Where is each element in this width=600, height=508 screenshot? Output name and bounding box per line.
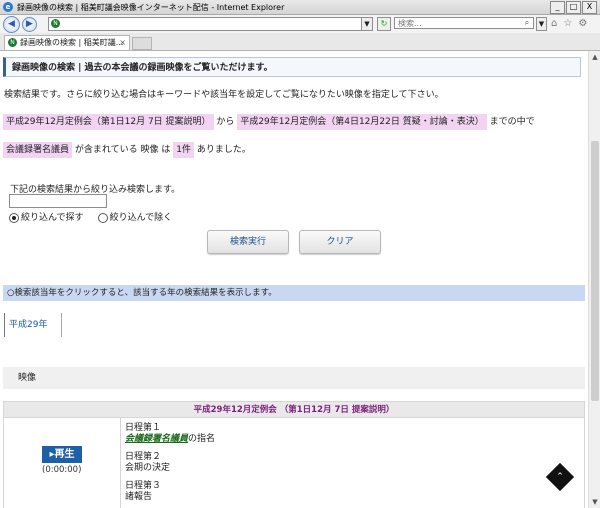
back-arrow-icon: ◀	[8, 19, 15, 29]
radio-exclude[interactable]: 絞り込んで除く	[97, 210, 173, 223]
back-to-top-button[interactable]: ⌃	[545, 462, 575, 492]
refine-radio-group: 絞り込んで探す 絞り込んで除く	[9, 210, 172, 223]
radio-exclude-label: 絞り込んで除く	[109, 213, 173, 223]
window-controls: _ □ X	[550, 1, 597, 14]
criteria-line-2: 会議録署名議員 が含まれている 映像 は 1件 ありました。	[3, 141, 585, 159]
page-viewport: 録画映像の検索 | 過去の本会議の録画映像をご覧いただけます。 検索結果です。さ…	[0, 51, 588, 508]
home-icon[interactable]: ⌂	[551, 18, 557, 29]
gear-icon[interactable]: ⚙	[578, 18, 587, 29]
criteria-count: 1件	[173, 142, 194, 158]
play-time: (0:00:00)	[42, 465, 82, 475]
search-icon[interactable]: ⌕	[520, 17, 534, 29]
scrollbar-thumb[interactable]	[591, 141, 599, 401]
tab-favicon-icon: N	[8, 38, 17, 47]
agenda-item-1-text: の指名	[188, 434, 216, 444]
criteria-count-suffix: ありました。	[196, 145, 251, 155]
scroll-up-arrow-icon[interactable]: ▲	[589, 51, 600, 63]
tab-bar: N 録画映像の検索 | 稲美町議... ×	[0, 33, 600, 51]
close-window-button[interactable]: X	[582, 1, 597, 14]
agenda-item-3-title: 日程第３	[125, 481, 162, 491]
title-bar: e 録画映像の検索 | 稲美町議会映像インターネット配信 - Internet …	[0, 0, 600, 15]
play-button[interactable]: ▸再生	[42, 446, 82, 463]
tab-close-icon[interactable]: ×	[119, 36, 126, 50]
criteria-from: 平成29年12月定例会（第1日12月 7日 提案説明）	[3, 114, 214, 130]
radio-exclude-button[interactable]	[97, 212, 108, 223]
radio-include-button[interactable]	[9, 212, 19, 223]
radio-include[interactable]: 絞り込んで探す	[9, 210, 84, 223]
browser-toolbar: ◀ ▶ N ▼ ↻ 検索... ⌕ ▼ ⌂ ☆ ⚙	[0, 15, 600, 33]
forward-arrow-icon: ▶	[26, 19, 33, 29]
vertical-scrollbar[interactable]: ▲ ▼	[588, 51, 600, 508]
radio-include-label: 絞り込んで探す	[21, 213, 84, 223]
criteria-keyword: 会議録署名議員	[3, 142, 73, 158]
agenda-item-2-title: 日程第２	[125, 452, 162, 462]
agenda-list: 日程第１ 会議録署名議員の指名 日程第２ 会期の決定 日程第３ 諸報告	[125, 423, 215, 503]
search-dropdown-button[interactable]: ▼	[536, 17, 547, 31]
new-tab-button[interactable]	[132, 37, 152, 50]
address-dropdown-button[interactable]: ▼	[361, 17, 373, 31]
scroll-down-arrow-icon[interactable]: ▼	[589, 496, 600, 508]
address-bar[interactable]: N	[48, 17, 370, 31]
video-section-header: 映像	[3, 367, 585, 389]
tab-label: 録画映像の検索 | 稲美町議...	[20, 38, 124, 47]
criteria-keyword-suffix: が含まれている	[74, 145, 138, 155]
criteria-from-suffix: から	[216, 117, 235, 127]
play-label: 再生	[54, 449, 75, 460]
agenda-item-1-title: 日程第１	[125, 423, 162, 433]
search-result-info: 検索結果です。さらに絞り込む場合はキーワードや該当年を設定してご覧になりたい映像…	[4, 90, 444, 100]
criteria-video-label: 映像 は	[140, 145, 171, 155]
row-divider	[120, 418, 121, 508]
criteria-to-suffix: までの中で	[489, 117, 535, 127]
tab-current[interactable]: N 録画映像の検索 | 稲美町議... ×	[4, 35, 130, 50]
meeting-title: 平成29年12月定例会 （第1日12月 7日 提案説明）	[3, 401, 585, 418]
agenda-item-3-text: 諸報告	[125, 492, 153, 502]
agenda-item-1: 会議録署名議員の指名	[125, 434, 215, 445]
star-icon[interactable]: ☆	[563, 18, 572, 29]
clear-button[interactable]: クリア	[299, 230, 381, 254]
search-execute-button[interactable]: 検索実行	[207, 230, 289, 254]
search-input[interactable]: 検索...	[394, 17, 534, 29]
window-title: 録画映像の検索 | 稲美町議会映像インターネット配信 - Internet Ex…	[17, 3, 285, 12]
criteria-to: 平成29年12月定例会（第4日12月22日 質疑・討論・表決）	[237, 114, 487, 130]
refresh-button[interactable]: ↻	[377, 17, 391, 31]
agenda-item-1-link[interactable]: 会議録署名議員	[125, 434, 188, 444]
forward-button[interactable]: ▶	[22, 17, 37, 32]
site-favicon-icon: N	[51, 19, 60, 28]
year-tab-h29[interactable]: 平成29年	[4, 313, 62, 337]
refine-keyword-input[interactable]	[9, 194, 107, 208]
page-title: 録画映像の検索 | 過去の本会議の録画映像をご覧いただけます。	[3, 57, 581, 77]
back-button[interactable]: ◀	[3, 16, 20, 33]
toolbar-icons: ⌂ ☆ ⚙	[551, 18, 587, 29]
agenda-item-2-text: 会期の決定	[125, 463, 171, 473]
criteria-line-1: 平成29年12月定例会（第1日12月 7日 提案説明） から 平成29年12月定…	[3, 113, 585, 131]
minimize-button[interactable]: _	[550, 1, 565, 14]
result-row: ▸再生 (0:00:00) 日程第１ 会議録署名議員の指名 日程第２ 会期の決定…	[3, 418, 585, 508]
year-notice: ○検索該当年をクリックすると、該当する年の検索結果を表示します。	[3, 285, 585, 301]
ie-logo-icon: e	[3, 2, 13, 12]
chevron-up-icon: ⌃	[556, 472, 564, 482]
maximize-button[interactable]: □	[566, 1, 581, 14]
